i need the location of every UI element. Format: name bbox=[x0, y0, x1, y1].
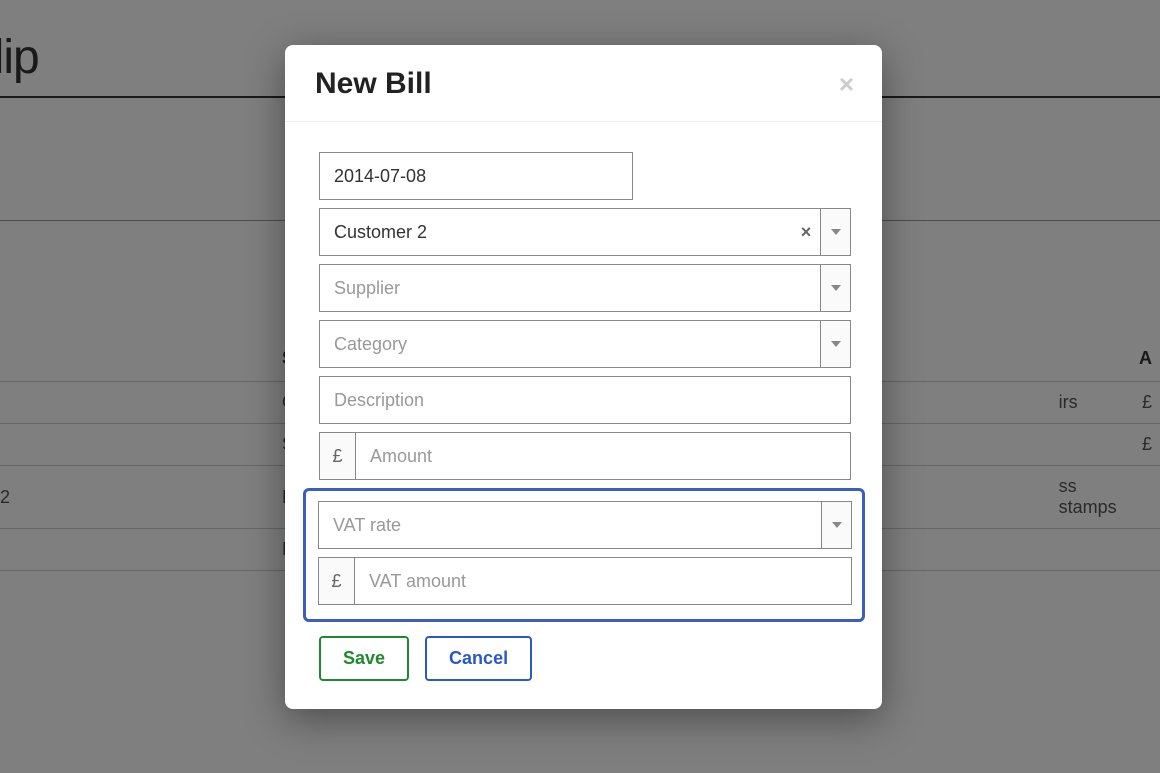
vat-highlight: VAT rate £ bbox=[303, 488, 865, 622]
modal-title: New Bill bbox=[315, 67, 852, 101]
modal-body: Customer 2 × Supplier Category bbox=[285, 122, 882, 709]
modal-header: New Bill × bbox=[285, 45, 882, 122]
customer-select[interactable]: Customer 2 × bbox=[319, 208, 851, 256]
amount-group: £ bbox=[319, 432, 851, 480]
new-bill-modal: New Bill × Customer 2 × Supplier bbox=[285, 45, 882, 709]
currency-symbol: £ bbox=[318, 557, 354, 605]
category-select[interactable]: Category bbox=[319, 320, 851, 368]
button-row: Save Cancel bbox=[319, 636, 854, 681]
close-icon[interactable]: × bbox=[839, 71, 854, 97]
amount-field[interactable] bbox=[355, 432, 851, 480]
customer-value: Customer 2 bbox=[320, 222, 792, 243]
cancel-button[interactable]: Cancel bbox=[425, 636, 532, 681]
chevron-down-icon[interactable] bbox=[821, 502, 851, 548]
description-field[interactable] bbox=[319, 376, 851, 424]
vat-amount-group: £ bbox=[318, 557, 852, 605]
clear-icon[interactable]: × bbox=[792, 222, 820, 243]
vat-amount-field[interactable] bbox=[354, 557, 852, 605]
supplier-placeholder: Supplier bbox=[320, 278, 820, 299]
vat-rate-placeholder: VAT rate bbox=[319, 515, 821, 536]
currency-symbol: £ bbox=[319, 432, 355, 480]
date-field[interactable] bbox=[319, 152, 633, 200]
save-button[interactable]: Save bbox=[319, 636, 409, 681]
supplier-select[interactable]: Supplier bbox=[319, 264, 851, 312]
category-placeholder: Category bbox=[320, 334, 820, 355]
chevron-down-icon[interactable] bbox=[820, 265, 850, 311]
chevron-down-icon[interactable] bbox=[820, 209, 850, 255]
chevron-down-icon[interactable] bbox=[820, 321, 850, 367]
vat-rate-select[interactable]: VAT rate bbox=[318, 501, 852, 549]
